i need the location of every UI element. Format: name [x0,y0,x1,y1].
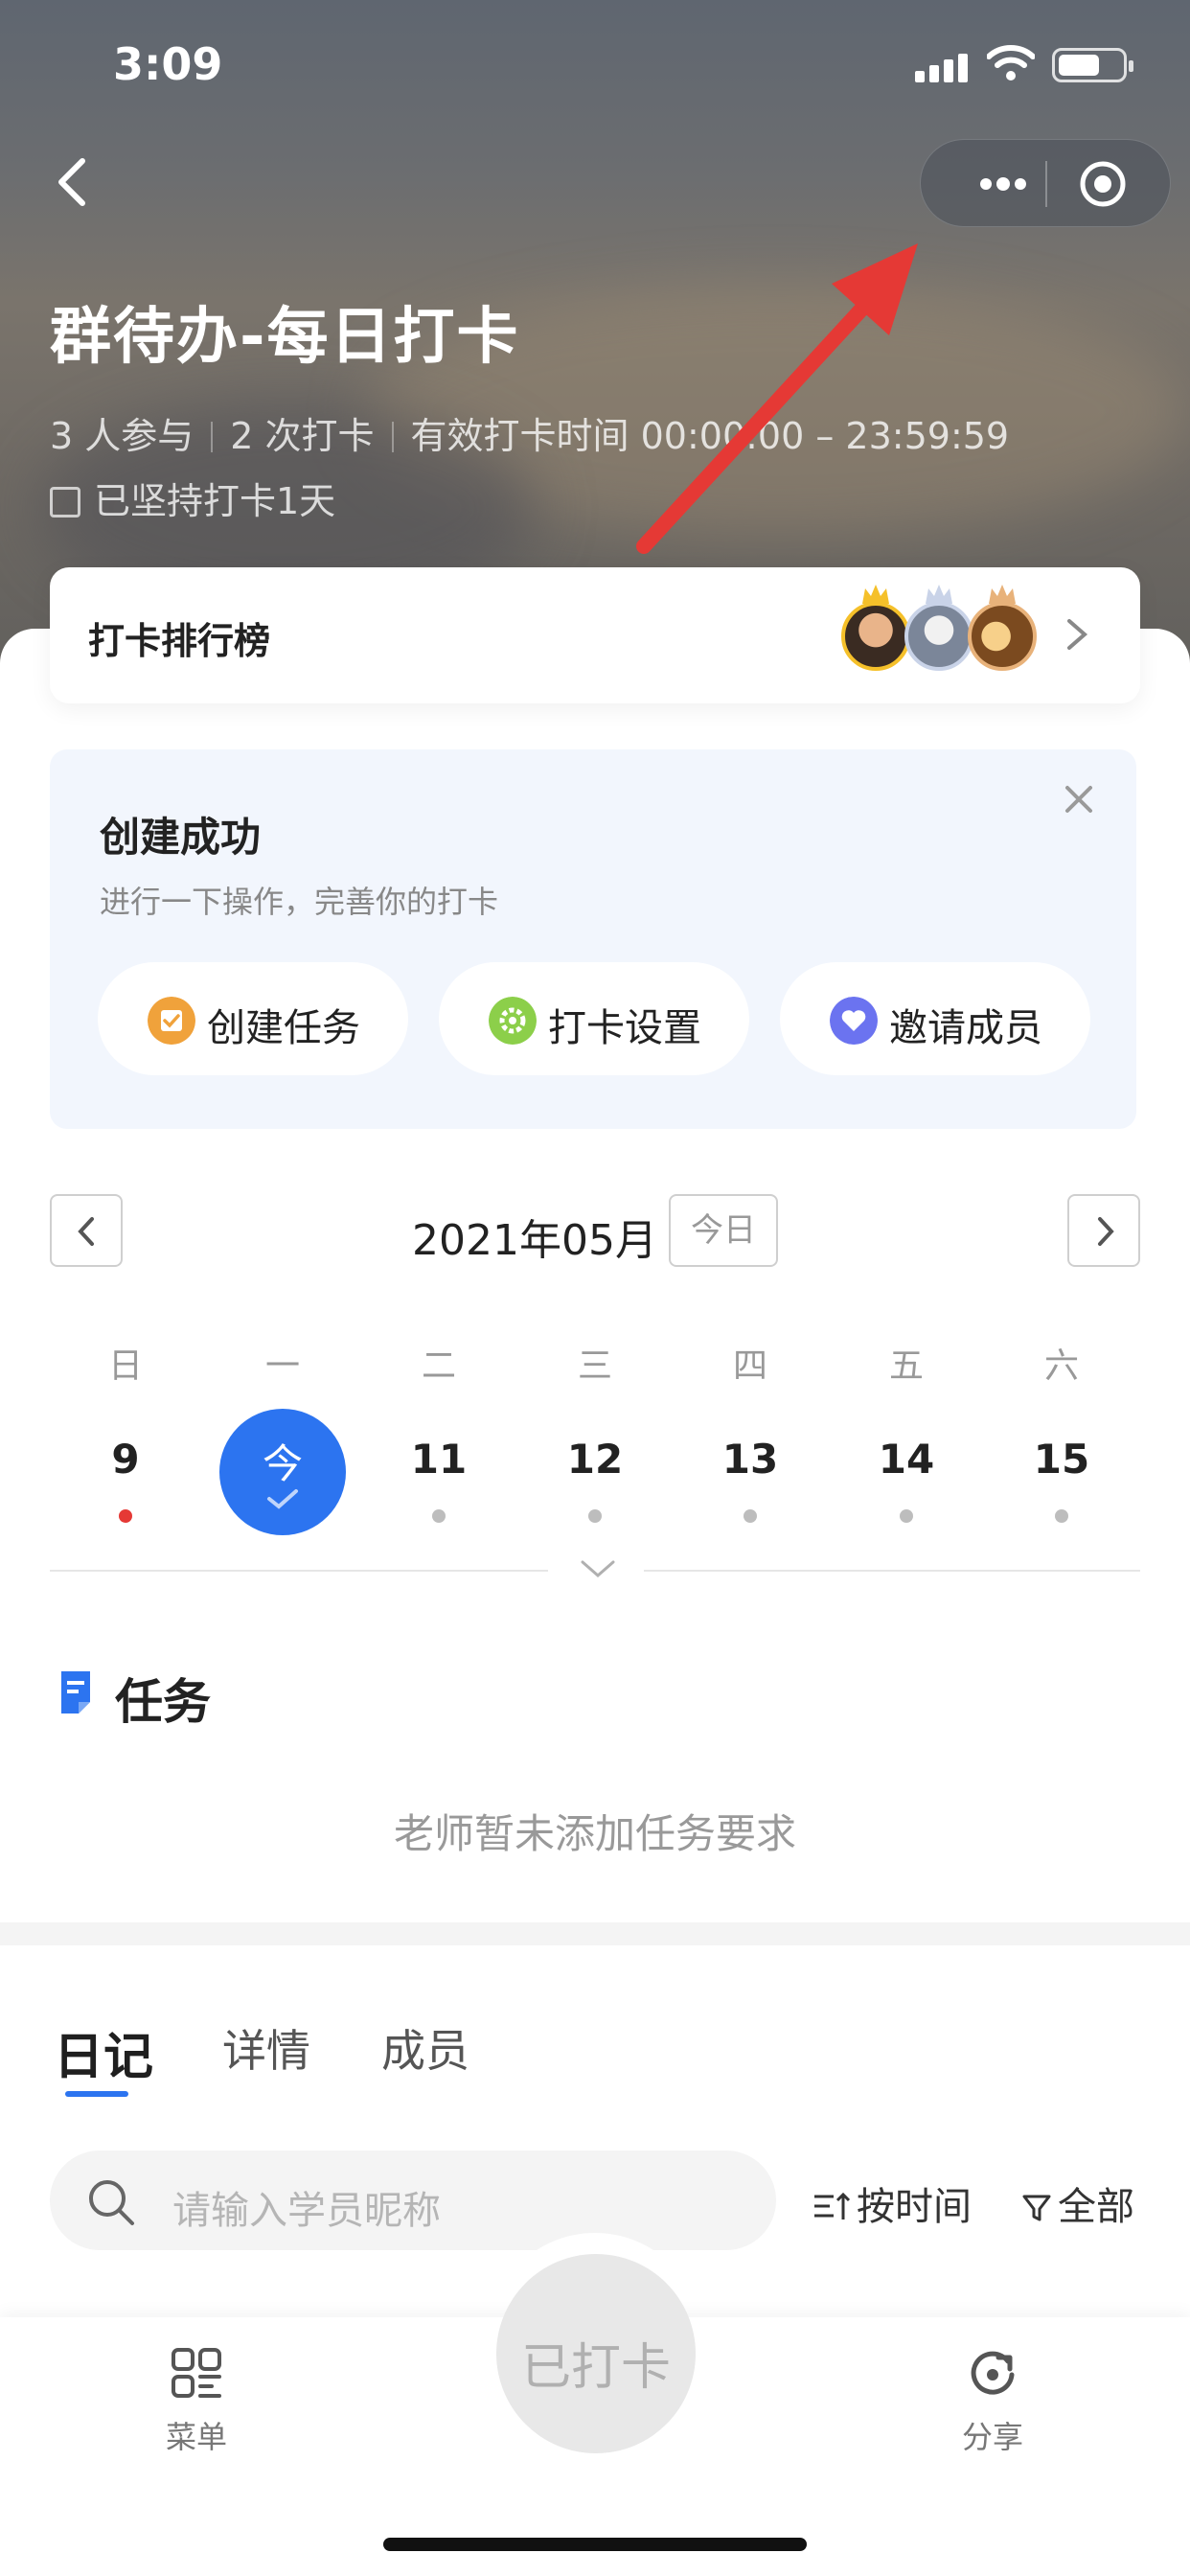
status-time: 3:09 [113,38,223,90]
search-icon [89,2180,134,2225]
crown-icon [926,585,952,604]
calendar-day[interactable]: 14 [854,1436,959,1483]
create-success-card: 创建成功 进行一下操作，完善你的打卡 创建任务 打卡设置 邀请成员 [50,749,1136,1129]
valid-time: 有效打卡时间 00:00:00 – 23:59:59 [410,415,1010,457]
weekday-sun: 日 [107,1346,143,1386]
avatar [968,602,1037,671]
crown-icon [862,585,889,604]
status-bar: 3:09 [0,0,1190,126]
avatar [904,602,973,671]
document-icon [61,1671,90,1714]
task-empty-text: 老师暂未添加任务要求 [393,1810,796,1857]
sort-icon [814,2192,851,2220]
create-task-button[interactable]: 创建任务 [98,962,408,1075]
participants-count: 3 人参与 [50,415,195,457]
success-subtitle: 进行一下操作，完善你的打卡 [100,884,499,920]
checkin-button[interactable]: 已打卡 [496,2254,696,2453]
wifi-icon [987,45,1035,80]
menu-button[interactable]: 菜单 [120,2346,273,2457]
calendar-day-dot [1055,1509,1068,1523]
weekday-sat: 六 [1043,1346,1079,1386]
streak-label: 已坚持打卡1天 [94,480,336,522]
calendar-day-dot [119,1509,132,1523]
settings-icon [489,997,537,1045]
invite-members-label: 邀请成员 [889,1006,1042,1050]
divider [644,1570,1140,1572]
create-task-label: 创建任务 [207,1006,360,1050]
calendar-day-today[interactable]: 今 [219,1409,346,1535]
mini-program-capsule [920,139,1171,227]
checkin-settings-button[interactable]: 打卡设置 [439,962,749,1075]
heart-icon [830,997,878,1045]
sort-by-time-button[interactable]: 按时间 [812,2175,972,2231]
close-miniprogram-icon[interactable] [1078,159,1128,209]
chevron-right-icon [1098,1217,1114,1246]
more-icon[interactable] [959,169,1045,199]
share-icon [971,2351,1015,2395]
avatar [841,602,910,671]
divider [50,1570,548,1572]
prev-month-button[interactable] [50,1194,123,1267]
today-button[interactable]: 今日 [669,1194,778,1267]
chevron-down-icon[interactable] [579,1558,617,1581]
weekday-mon: 一 [264,1346,300,1386]
success-title: 创建成功 [100,814,262,861]
streak-text: 已坚持打卡1天 [50,472,335,524]
checkin-label: 已打卡 [520,2339,671,2397]
checkbox-icon [50,487,80,518]
share-label: 分享 [961,2419,1023,2455]
month-label: 2021年05月 [412,1216,657,1265]
next-month-button[interactable] [1067,1194,1140,1267]
leaderboard-avatars [841,585,1090,675]
checkin-count: 2 次打卡 [230,415,375,457]
sort-label: 按时间 [857,2185,972,2229]
back-icon[interactable] [50,153,98,211]
calendar-day[interactable]: 11 [386,1436,492,1483]
chevron-left-icon [78,1217,94,1246]
weekday-thu: 四 [732,1346,767,1386]
header-meta: 3 人参与 2 次打卡 有效打卡时间 00:00:00 – 23:59:59 [50,406,1009,459]
crown-icon [989,585,1016,604]
calendar-day[interactable]: 12 [542,1436,648,1483]
calendar-day-dot [588,1509,602,1523]
home-indicator [383,2538,807,2551]
calendar-day[interactable]: 13 [698,1436,803,1483]
task-icon [148,997,195,1045]
calendar-day-dot [744,1509,757,1523]
filter-icon [1022,2195,1051,2221]
battery-icon [1052,48,1133,82]
filter-all-button[interactable]: 全部 [1021,2175,1134,2231]
weekday-fri: 五 [888,1346,924,1386]
leaderboard-label: 打卡排行榜 [88,620,271,662]
filter-label: 全部 [1058,2185,1134,2229]
signal-icon [915,54,971,82]
calendar-day-dot [432,1509,446,1523]
tab-diary[interactable]: 日记 [54,2016,153,2088]
search-placeholder: 请输入学员昵称 [172,2189,441,2233]
menu-label: 菜单 [165,2419,227,2455]
search-input[interactable]: 请输入学员昵称 [50,2150,776,2250]
chevron-right-icon [1067,619,1088,650]
weekday-tue: 二 [421,1346,456,1386]
weekday-wed: 三 [577,1346,612,1386]
leaderboard-card[interactable]: 打卡排行榜 [50,567,1140,703]
tab-members[interactable]: 成员 [381,2016,469,2080]
page-title: 群待办-每日打卡 [50,302,520,373]
close-icon[interactable] [1060,780,1098,818]
active-tab-indicator [65,2091,128,2097]
calendar-day[interactable]: 15 [1009,1436,1114,1483]
checkin-settings-label: 打卡设置 [548,1006,701,1050]
invite-members-button[interactable]: 邀请成员 [780,962,1090,1075]
calendar-day[interactable]: 9 [73,1436,178,1483]
tab-details[interactable]: 详情 [222,2016,310,2080]
today-day-label: 今 [262,1440,303,1487]
section-divider [0,1922,1190,1945]
menu-grid-icon [172,2348,221,2398]
calendar-day-dot [900,1509,913,1523]
task-section-title: 任务 [115,1674,211,1730]
check-icon [267,1489,298,1509]
share-button[interactable]: 分享 [916,2346,1069,2457]
